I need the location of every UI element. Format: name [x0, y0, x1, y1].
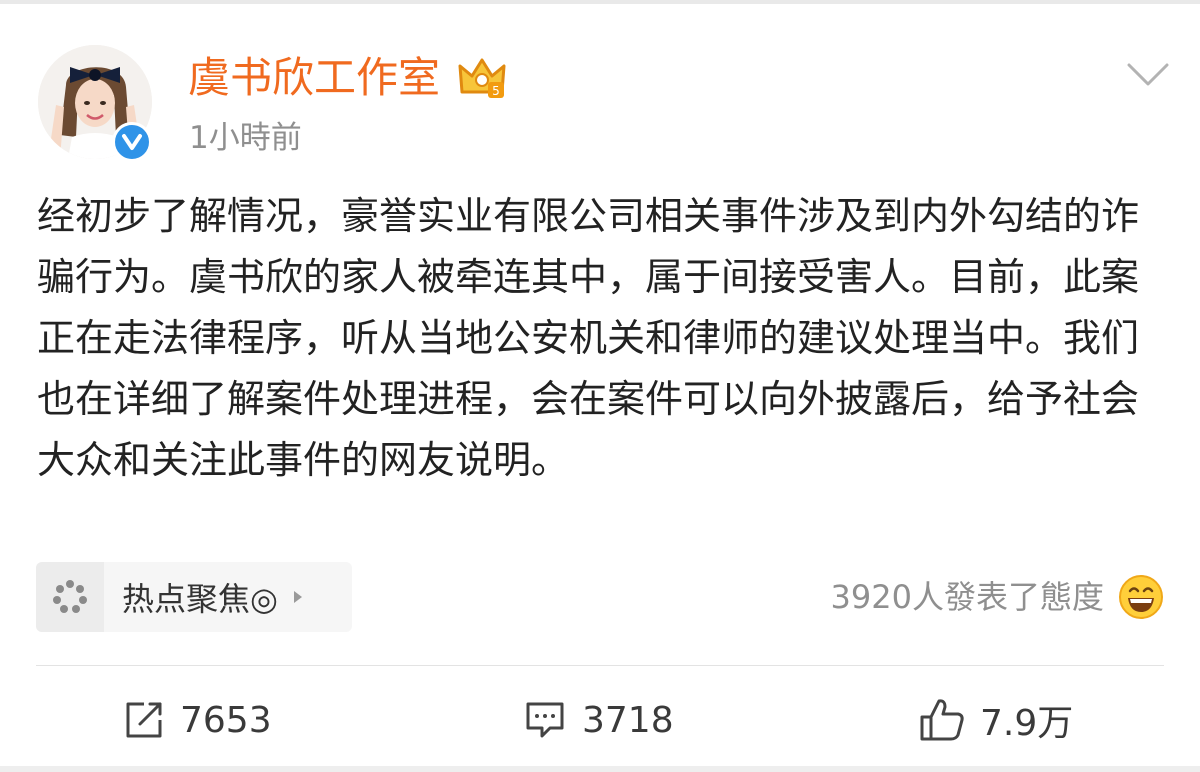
top-border [0, 0, 1200, 4]
repost-icon [126, 702, 162, 738]
repost-button[interactable]: 7653 [122, 694, 272, 746]
topic-label: 热点聚焦◎ [122, 580, 278, 618]
post-time: 1小時前 [189, 120, 302, 156]
comment-button[interactable]: 3718 [522, 694, 674, 746]
topic-spinner-icon [36, 562, 104, 632]
like-count: 7.9万 [980, 703, 1074, 744]
bottom-border [0, 766, 1200, 772]
repost-count: 7653 [180, 699, 272, 741]
chevron-down-icon[interactable] [1126, 60, 1170, 90]
comment-icon [526, 702, 564, 738]
grinning-emoji-icon[interactable] [1118, 574, 1164, 620]
like-button[interactable]: 7.9万 [918, 694, 1073, 746]
divider [36, 665, 1164, 666]
post-text: 经初步了解情况，豪誉实业有限公司相关事件涉及到内外勾结的诈骗行为。虞书欣的家人被… [37, 194, 1140, 482]
verified-badge-icon [112, 122, 152, 162]
svg-text:5: 5 [492, 84, 500, 98]
crown-vip-icon[interactable]: 5 [458, 56, 506, 100]
triangle-right-icon [293, 591, 302, 603]
attitude-count[interactable]: 3920人發表了態度 [831, 575, 1104, 619]
comment-count: 3718 [582, 699, 674, 741]
author-name[interactable]: 虞书欣工作室 [188, 52, 440, 104]
topic-card[interactable]: 热点聚焦◎ [36, 562, 352, 632]
thumbs-up-icon [920, 699, 964, 741]
